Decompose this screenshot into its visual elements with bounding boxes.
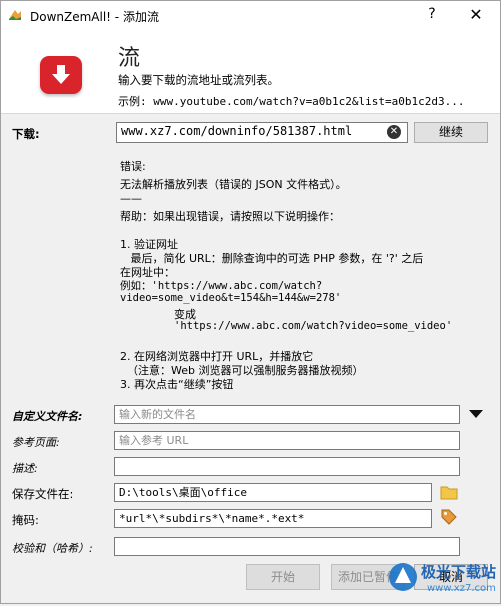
folder-icon[interactable] [440,483,458,504]
app-icon [7,7,23,23]
description-input[interactable] [114,457,460,476]
step1-line3: 例如：'https://www.abc.com/watch? [120,280,323,292]
help-text: 帮助：如果出现错误，请按照以下说明操作： [120,210,340,223]
mask-input[interactable]: *url*\*subdirs*\*name*.*ext* [114,509,432,528]
start-button[interactable]: 开始 [246,564,320,590]
step1-line4: video=some_video&t=154&h=144&w=278' [120,292,342,304]
filename-label: 自定义文件名: [12,410,83,423]
download-label: 下载: [12,127,40,141]
error-heading: 错误: [120,160,146,173]
clear-input-icon[interactable]: ✕ [387,125,401,139]
saveto-label: 保存文件在: [12,487,74,501]
error-message: 无法解析播放列表（错误的 JSON 文件格式）。 [120,178,347,191]
watermark-text: 极光下载站 [421,563,497,581]
mask-value: *url*\*subdirs*\*name*.*ext* [119,512,305,525]
filename-placeholder: 输入新的文件名 [119,408,196,421]
download-logo-icon [40,56,82,94]
referer-label: 参考页面: [12,436,60,449]
page-subtitle: 输入要下载的流地址或流列表。 [118,73,279,87]
continue-button[interactable]: 继续 [414,122,488,143]
referer-placeholder: 输入参考 URL [119,434,189,447]
window-title: DownZemAll! - 添加流 [30,10,159,24]
help-button[interactable]: ? [420,6,444,22]
saveto-input[interactable]: D:\tools\桌面\office [114,483,432,502]
download-url-input[interactable]: www.xz7.com/downinfo/581387.html [116,122,408,143]
header-divider [1,113,500,114]
tag-icon[interactable] [440,508,458,529]
checksum-input[interactable] [114,537,460,556]
watermark-logo: 极光下载站 www.xz7.com [385,555,501,603]
download-url-value: www.xz7.com/downinfo/581387.html [121,124,353,138]
dropdown-arrow-icon[interactable] [469,410,483,418]
checksum-label: 校验和（哈希）: [12,542,93,555]
referer-input[interactable]: 输入参考 URL [114,431,460,450]
close-button[interactable]: ✕ [464,5,488,24]
error-rule: —— [120,192,142,205]
page-title: 流 [118,46,141,71]
saveto-value: D:\tools\桌面\office [119,486,247,499]
mask-label: 掩码: [12,513,39,527]
filename-input[interactable]: 输入新的文件名 [114,405,460,424]
step3-text: 3. 再次点击“继续”按钮 [120,378,234,391]
example-text: 示例: www.youtube.com/watch?v=a0b1c2&list=… [118,95,465,108]
description-label: 描述: [12,462,38,475]
watermark-url: www.xz7.com [427,583,496,594]
step1-line6: 'https://www.abc.com/watch?video=some_vi… [174,320,453,332]
